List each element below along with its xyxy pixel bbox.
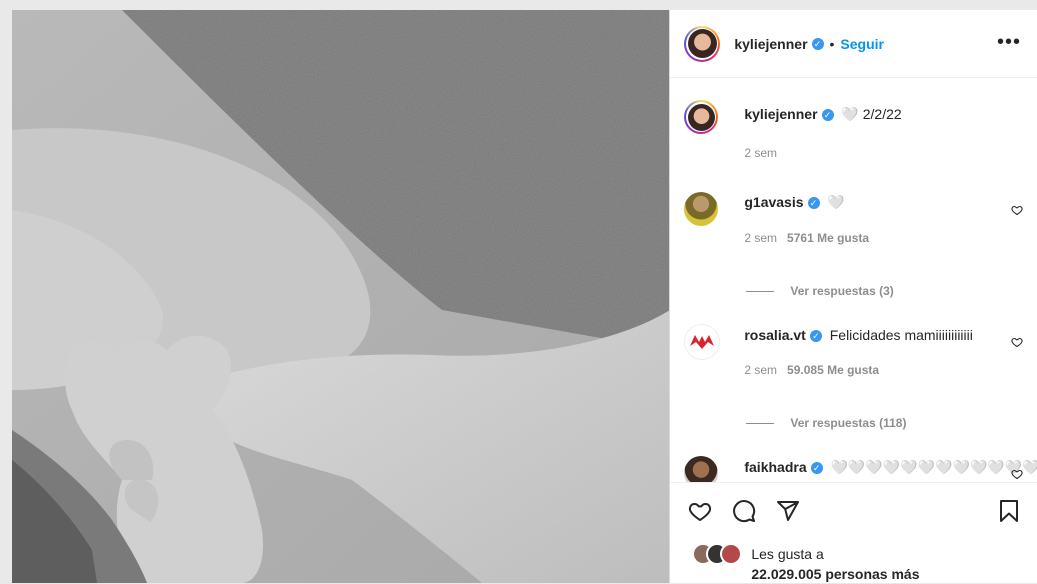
view-replies-button[interactable]: Ver respuestas (3): [746, 284, 893, 298]
caption-username[interactable]: kyliejenner: [744, 106, 817, 122]
verified-icon: ✓: [812, 38, 824, 50]
verified-icon: ✓: [808, 197, 820, 209]
author-avatar[interactable]: [684, 26, 720, 62]
caption-time[interactable]: 2 sem: [744, 146, 777, 160]
comments-list: kyliejenner ✓ 🤍 2/2/22 2 sem g1avasis ✓ 🤍 …: [670, 78, 1037, 482]
view-replies-button[interactable]: Ver respuestas (118): [746, 416, 906, 430]
author-username[interactable]: kyliejenner: [734, 36, 807, 52]
comment-item: rosalia.vt✓ Felicidades mamiiiiiiiiiiii …: [684, 322, 1023, 392]
likes-count[interactable]: 22.029.005 personas más: [751, 566, 919, 582]
comment-text: 🤍: [827, 194, 844, 210]
post-header: kyliejenner ✓ • Seguir •••: [670, 10, 1037, 78]
liker-avatar: [720, 543, 742, 565]
comment-avatar[interactable]: [684, 324, 720, 360]
separator-dot: •: [830, 36, 835, 52]
comment-text: 🤍🤍🤍🤍🤍🤍🤍🤍🤍🤍🤍🤍: [831, 459, 1037, 475]
comment-time[interactable]: 2 sem: [744, 363, 777, 377]
post-caption: kyliejenner ✓ 🤍 2/2/22 2 sem: [684, 100, 1023, 160]
share-icon[interactable]: [776, 499, 800, 523]
comment-like-icon[interactable]: [1011, 468, 1023, 480]
verified-icon: ✓: [810, 330, 822, 342]
follow-button[interactable]: Seguir: [840, 36, 884, 52]
comment-time[interactable]: 2 sem: [744, 231, 777, 245]
post-image: [12, 10, 669, 583]
rosalia-logo-icon: [688, 332, 716, 352]
view-replies-label: Ver respuestas (3): [790, 284, 893, 298]
post-container: kyliejenner ✓ • Seguir ••• kyliejenner ✓ …: [12, 10, 1037, 583]
likers-avatars[interactable]: [692, 543, 734, 565]
view-replies-label: Ver respuestas (118): [790, 416, 906, 430]
comment-item: faikhadra✓ 🤍🤍🤍🤍🤍🤍🤍🤍🤍🤍🤍🤍: [684, 454, 1023, 482]
comment-avatar[interactable]: [684, 456, 718, 482]
more-options-icon[interactable]: •••: [997, 32, 1021, 52]
comment-username[interactable]: g1avasis: [744, 194, 803, 210]
caption-text: 🤍 2/2/22: [841, 106, 901, 122]
caption-avatar[interactable]: [684, 100, 718, 134]
comment-avatar[interactable]: [684, 192, 718, 226]
post-photo[interactable]: [12, 10, 669, 583]
comment-like-icon[interactable]: [1011, 336, 1023, 348]
comment-username[interactable]: faikhadra: [744, 459, 806, 475]
comment-text: Felicidades mamiiiiiiiiiiii: [830, 327, 973, 343]
save-bookmark-icon[interactable]: [997, 499, 1021, 523]
comment-likes[interactable]: 59.085 Me gusta: [787, 363, 879, 377]
comment-like-icon[interactable]: [1011, 204, 1023, 216]
post-actions: Les gusta a 22.029.005 personas más: [670, 482, 1037, 584]
verified-icon: ✓: [822, 109, 834, 121]
likes-summary[interactable]: Les gusta a 22.029.005 personas más: [751, 544, 919, 584]
replies-line: [746, 291, 774, 292]
like-heart-icon[interactable]: [688, 499, 712, 523]
comment-likes[interactable]: 5761 Me gusta: [787, 231, 869, 245]
likes-prefix: Les gusta a: [751, 544, 919, 564]
comment-icon[interactable]: [732, 499, 756, 523]
verified-icon: ✓: [811, 462, 823, 474]
replies-line: [746, 423, 774, 424]
post-side-panel: kyliejenner ✓ • Seguir ••• kyliejenner ✓ …: [669, 10, 1037, 583]
comment-item: g1avasis ✓ 🤍 2 sem 5761 Me gusta: [684, 190, 1023, 260]
comment-username[interactable]: rosalia.vt: [744, 327, 805, 343]
